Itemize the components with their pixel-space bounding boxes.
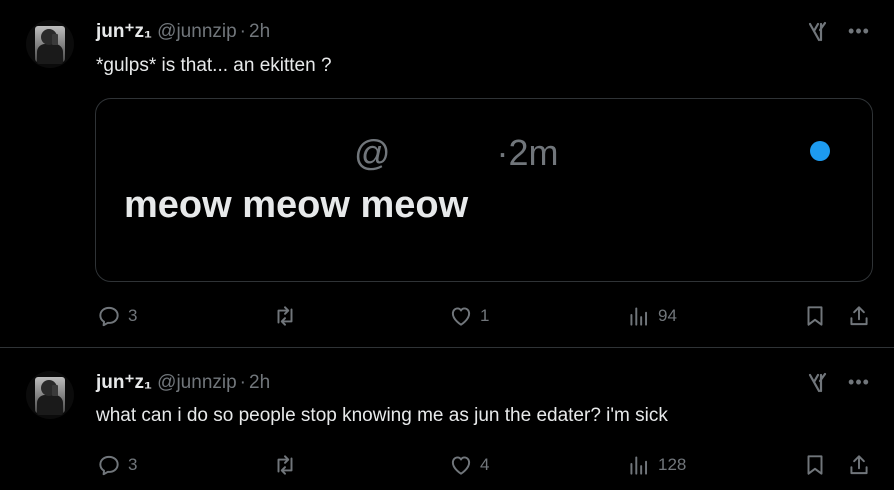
reply-icon <box>99 306 119 327</box>
more-options-icon[interactable]: ••• <box>848 20 870 42</box>
views-button[interactable]: 94 <box>626 304 677 328</box>
quoted-timestamp: ·2m <box>496 132 559 173</box>
reply-icon <box>99 455 119 476</box>
bookmark-button[interactable] <box>802 304 828 328</box>
quoted-tweet[interactable]: @ ·2m meow meow meow <box>95 98 873 282</box>
view-count: 94 <box>658 306 677 325</box>
avatar[interactable] <box>26 371 74 419</box>
repost-button[interactable] <box>272 453 304 477</box>
reply-button[interactable]: 3 <box>96 304 137 328</box>
view-count: 128 <box>658 455 687 474</box>
author-handle[interactable]: @junnzip <box>157 372 237 393</box>
tweet-header: jun⁺z₁ @junnzip · 2h <box>96 20 270 44</box>
timestamp[interactable]: 2h <box>249 21 270 42</box>
status-dot <box>810 141 830 161</box>
tweet[interactable]: jun⁺z₁ @junnzip · 2h ••• what can i do so … <box>0 349 894 490</box>
share-button[interactable] <box>846 453 872 477</box>
reply-count: 3 <box>128 455 138 474</box>
timestamp[interactable]: 2h <box>249 372 270 393</box>
repost-icon <box>277 455 293 475</box>
quoted-tweet-text: meow meow meow <box>124 184 469 226</box>
grok-icon[interactable] <box>806 371 830 395</box>
tweet-actions: 3 1 94 <box>96 304 876 328</box>
like-button[interactable]: 1 <box>448 304 489 328</box>
views-button[interactable]: 128 <box>626 453 686 477</box>
more-options-icon[interactable]: ••• <box>848 371 870 393</box>
quoted-tweet-header: @ ·2m <box>354 133 559 173</box>
views-icon <box>630 456 648 475</box>
author-name[interactable]: jun⁺z₁ <box>96 372 152 393</box>
bookmark-button[interactable] <box>802 453 828 477</box>
avatar[interactable] <box>26 20 74 68</box>
grok-icon[interactable] <box>806 20 830 44</box>
separator-dot: · <box>239 372 246 393</box>
share-icon <box>850 455 868 475</box>
heart-icon <box>451 307 471 326</box>
repost-icon <box>277 306 293 326</box>
like-count: 1 <box>480 306 490 325</box>
share-button[interactable] <box>846 304 872 328</box>
author-name[interactable]: jun⁺z₁ <box>96 21 152 42</box>
tweet-text: *gulps* is that... an ekitten ? <box>96 55 332 76</box>
tweet[interactable]: jun⁺z₁ @junnzip · 2h ••• *gulps* is that..… <box>0 0 894 348</box>
like-button[interactable]: 4 <box>448 453 489 477</box>
reply-count: 3 <box>128 306 138 325</box>
heart-icon <box>451 456 471 475</box>
tweet-actions: 3 4 128 <box>96 453 876 477</box>
tweet-header: jun⁺z₁ @junnzip · 2h <box>96 371 270 395</box>
author-handle[interactable]: @junnzip <box>157 21 237 42</box>
views-icon <box>630 307 648 326</box>
share-icon <box>850 306 868 326</box>
like-count: 4 <box>480 455 490 474</box>
tweet-text: what can i do so people stop knowing me … <box>96 405 668 426</box>
repost-button[interactable] <box>272 304 304 328</box>
bookmark-icon <box>807 455 823 475</box>
bookmark-icon <box>807 306 823 326</box>
separator-dot: · <box>239 21 246 42</box>
quoted-handle: @ <box>354 132 391 173</box>
reply-button[interactable]: 3 <box>96 453 137 477</box>
